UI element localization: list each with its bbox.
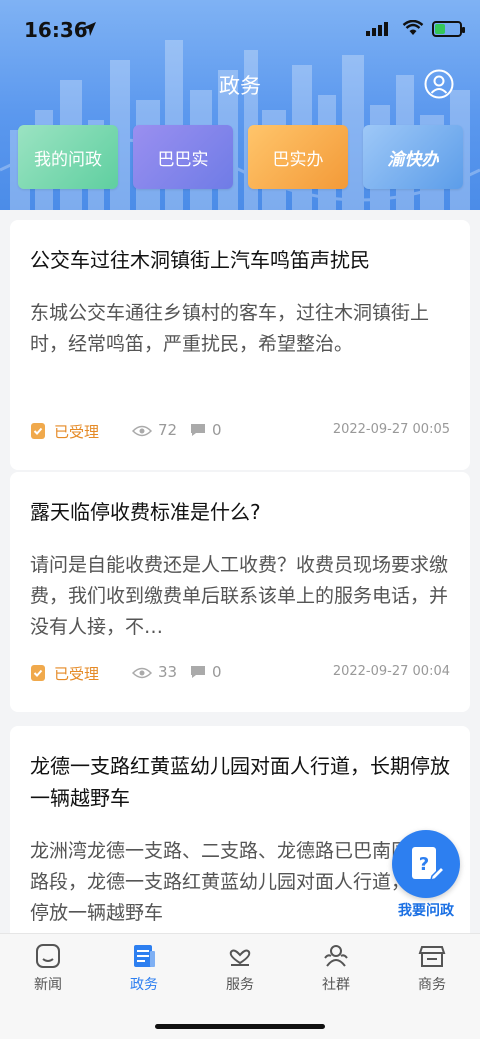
- tab-label: 服务: [226, 977, 254, 993]
- svg-text:?: ?: [419, 854, 429, 875]
- status-label: 已受理: [54, 665, 100, 683]
- tile-yukuaiban[interactable]: 渝快办: [363, 125, 463, 189]
- post-list: 公交车过往木洞镇街上汽车鸣笛声扰民 东城公交车通往乡镇村的客车，过往木洞镇街上时…: [0, 210, 480, 934]
- fab-circle[interactable]: ?: [392, 830, 460, 898]
- post-datetime: 2022-09-27 00:05: [332, 422, 450, 437]
- cellular-signal-icon: [366, 22, 388, 36]
- battery-icon: [432, 21, 465, 37]
- post-title: 龙德一支路红黄蓝幼儿园对面人行道，长期停放一辆越野车: [30, 754, 450, 810]
- tab-label: 政务: [130, 977, 158, 993]
- edit-question-icon: ?: [412, 847, 446, 882]
- comment-icon: [191, 666, 205, 678]
- wifi-icon: [402, 20, 424, 35]
- view-count: 33: [158, 663, 178, 681]
- page-title: 政务: [219, 74, 261, 98]
- status-time: 16:36: [24, 18, 88, 42]
- tab-news[interactable]: 新闻: [0, 942, 96, 998]
- comment-count: 0: [212, 663, 222, 681]
- government-document-icon: [134, 945, 155, 967]
- post-body: 请问是自能收费还是人工收费？收费员现场要求缴费，我们收到缴费单后联系该单上的服务…: [30, 554, 449, 638]
- post-meta: 已受理 72 0 2022-09-27 00:05: [30, 420, 450, 442]
- tab-label: 商务: [418, 977, 446, 993]
- views-eye-icon: [132, 667, 152, 679]
- post-body: 东城公交车通往乡镇村的客车，过往木洞镇街上时，经常鸣笛，严重扰民，希望整治。: [30, 302, 430, 355]
- view-count: 72: [158, 421, 178, 439]
- comment-count: 0: [212, 421, 222, 439]
- user-profile-icon[interactable]: [424, 69, 454, 99]
- community-people-icon: [324, 945, 348, 967]
- quick-entry-tiles: 我的问政 巴巴实 巴实办 渝快办: [18, 125, 464, 189]
- tile-bashiban[interactable]: 巴实办: [248, 125, 348, 189]
- store-icon: [418, 946, 446, 967]
- accepted-badge-icon: [31, 665, 45, 681]
- bottom-tab-bar: 新闻 政务 服务 社群 商务: [0, 933, 480, 1039]
- post-meta: 已受理 33 0 2022-09-27 00:04: [30, 662, 450, 684]
- post-card[interactable]: 公交车过往木洞镇街上汽车鸣笛声扰民 东城公交车通往乡镇村的客车，过往木洞镇街上时…: [10, 220, 470, 470]
- status-label: 已受理: [54, 423, 100, 441]
- post-title: 公交车过往木洞镇街上汽车鸣笛声扰民: [30, 248, 370, 272]
- post-title: 露天临停收费标准是什么?: [30, 500, 261, 524]
- location-arrow-icon: [82, 22, 96, 36]
- tab-services[interactable]: 服务: [192, 942, 288, 998]
- fab-label: 我要问政: [398, 903, 454, 919]
- tile-my-inquiry[interactable]: 我的问政: [18, 125, 118, 189]
- ask-question-button[interactable]: ? 我要问政: [392, 830, 460, 920]
- comment-icon: [191, 424, 205, 436]
- service-heart-hand-icon: [229, 949, 251, 966]
- home-indicator: [155, 1024, 325, 1029]
- tab-label: 新闻: [34, 977, 62, 993]
- tab-community[interactable]: 社群: [288, 942, 384, 998]
- news-icon: [36, 944, 60, 968]
- tab-business[interactable]: 商务: [384, 942, 480, 998]
- accepted-badge-icon: [31, 423, 45, 439]
- post-datetime: 2022-09-27 00:04: [332, 664, 450, 679]
- tile-babashi[interactable]: 巴巴实: [133, 125, 233, 189]
- status-bar: 16:36: [0, 0, 480, 58]
- views-eye-icon: [132, 425, 152, 437]
- tab-government[interactable]: 政务: [96, 942, 192, 998]
- tab-label: 社群: [322, 977, 350, 993]
- post-card[interactable]: 露天临停收费标准是什么? 请问是自能收费还是人工收费？收费员现场要求缴费，我们收…: [10, 472, 470, 712]
